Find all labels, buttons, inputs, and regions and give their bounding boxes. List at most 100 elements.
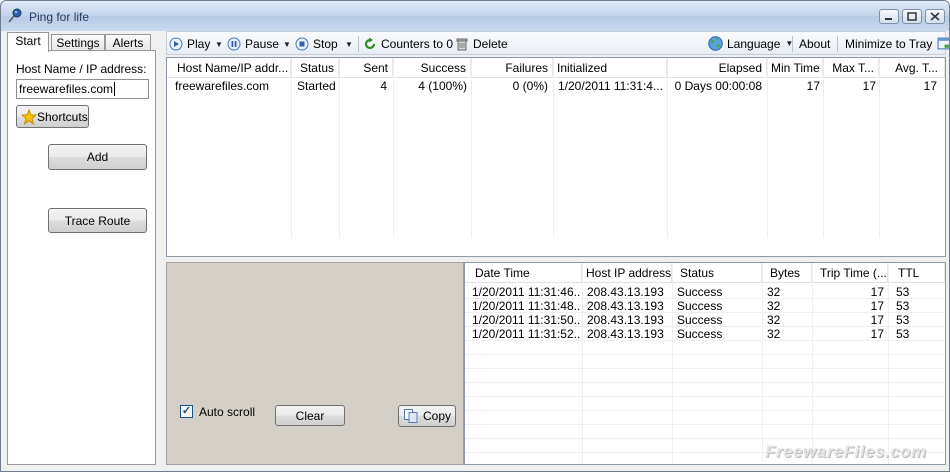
grid-line: [465, 424, 945, 425]
log-row[interactable]: 1/20/2011 11:31:46... 208.43.13.193 Succ…: [465, 285, 945, 299]
pause-button[interactable]: Pause: [227, 35, 279, 52]
col-avg-time[interactable]: Avg. T...: [879, 58, 945, 78]
log-cell-ip: 208.43.13.193: [587, 327, 664, 341]
star-icon: [21, 108, 37, 125]
pause-dropdown-icon[interactable]: ▼: [283, 36, 291, 53]
pause-label: Pause: [245, 36, 280, 51]
play-icon: [169, 37, 183, 50]
stop-button[interactable]: Stop: [295, 35, 338, 52]
add-button[interactable]: Add: [48, 144, 147, 170]
col-min-time[interactable]: Min Time: [767, 58, 823, 78]
table-row[interactable]: freewarefiles.com Started 4 4 (100%) 0 (…: [167, 78, 945, 94]
minimize-to-tray-button[interactable]: Minimize to Tray: [845, 35, 949, 52]
col-max-time[interactable]: Max T...: [823, 58, 879, 78]
col-log-status[interactable]: Status: [672, 263, 762, 283]
play-label: Play: [187, 36, 211, 51]
log-cell-bytes: 32: [767, 313, 781, 327]
log-cell-date: 1/20/2011 11:31:48...: [472, 299, 580, 313]
log-cell-date: 1/20/2011 11:31:46...: [472, 285, 580, 299]
log-cell-ip: 208.43.13.193: [587, 299, 664, 313]
col-failures[interactable]: Failures: [471, 58, 553, 78]
trace-route-button[interactable]: Trace Route: [48, 208, 147, 233]
counters-label: Counters to 0: [381, 36, 454, 51]
col-host[interactable]: Host Name/IP addr...: [167, 58, 291, 78]
log-table[interactable]: Date Time Host IP address Status Bytes T…: [464, 262, 946, 465]
play-dropdown-icon[interactable]: ▼: [215, 36, 223, 53]
copy-icon: [403, 409, 418, 423]
hosts-table[interactable]: Host Name/IP addr... Status Sent Success…: [166, 57, 946, 257]
hosts-table-header: Host Name/IP addr... Status Sent Success…: [167, 58, 945, 78]
log-cell-trip: 17: [870, 313, 884, 327]
tray-icon: [937, 37, 949, 50]
log-cell-bytes: 32: [767, 299, 781, 313]
trace-route-label: Trace Route: [64, 213, 131, 228]
about-button[interactable]: About: [799, 35, 830, 52]
watermark: FreewareFiles.com: [765, 442, 927, 461]
minimize-icon: [885, 17, 892, 20]
col-status[interactable]: Status: [291, 58, 339, 78]
grid-line: [465, 368, 945, 369]
tab-start-label: Start: [15, 34, 41, 48]
tab-settings-label: Settings: [56, 36, 100, 50]
title-bar[interactable]: Ping for life: [1, 1, 949, 31]
col-date-time[interactable]: Date Time: [465, 263, 582, 283]
cell-status: Started: [297, 79, 336, 93]
host-input-value: freewarefiles.com: [19, 82, 114, 96]
log-cell-status: Success: [677, 327, 723, 341]
col-initialized[interactable]: Initialized: [553, 58, 667, 78]
maximize-button[interactable]: [902, 9, 922, 24]
log-cell-trip: 17: [870, 299, 884, 313]
col-success[interactable]: Success: [393, 58, 471, 78]
shortcuts-button[interactable]: Shortcuts: [16, 105, 89, 128]
copy-label: Copy: [422, 409, 451, 423]
cell-max-time: 17: [862, 79, 876, 93]
stop-icon: [295, 37, 309, 50]
log-controls-panel: ✓ Auto scroll Clear Copy: [166, 262, 464, 465]
cell-initialized: 1/20/2011 11:31:4...: [558, 79, 663, 93]
log-cell-date: 1/20/2011 11:31:50...: [472, 313, 580, 327]
tab-alerts-label: Alerts: [112, 36, 144, 50]
delete-button[interactable]: Delete: [455, 35, 508, 52]
tab-settings[interactable]: Settings: [51, 34, 105, 51]
log-row[interactable]: 1/20/2011 11:31:50... 208.43.13.193 Succ…: [465, 313, 945, 327]
host-input[interactable]: freewarefiles.com: [16, 79, 149, 99]
log-cell-ttl: 53: [896, 285, 910, 299]
toolbar-separator: [837, 36, 838, 52]
col-elapsed[interactable]: Elapsed: [667, 58, 767, 78]
col-trip-time[interactable]: Trip Time (...: [812, 263, 888, 283]
tab-alerts[interactable]: Alerts: [105, 34, 151, 51]
toolbar: Play ▼ Pause ▼ Stop ▼ Counters to 0 Dele…: [166, 31, 949, 55]
log-cell-ip: 208.43.13.193: [587, 313, 664, 327]
play-button[interactable]: Play: [169, 35, 210, 52]
tab-start[interactable]: Start: [7, 32, 49, 52]
auto-scroll-label[interactable]: Auto scroll: [199, 405, 255, 419]
log-row[interactable]: 1/20/2011 11:31:52... 208.43.13.193 Succ…: [465, 327, 945, 341]
close-button[interactable]: [925, 9, 945, 24]
stop-dropdown-icon[interactable]: ▼: [345, 36, 353, 53]
col-host-ip[interactable]: Host IP address: [582, 263, 672, 283]
pause-icon: [227, 37, 241, 50]
minimize-button[interactable]: [879, 9, 899, 24]
log-cell-status: Success: [677, 285, 723, 299]
col-bytes[interactable]: Bytes: [762, 263, 812, 283]
stop-label: Stop: [313, 36, 338, 51]
language-button[interactable]: Language ▼: [708, 35, 793, 52]
toolbar-separator: [358, 36, 359, 52]
log-cell-trip: 17: [870, 327, 884, 341]
globe-icon: [708, 36, 723, 51]
log-cell-status: Success: [677, 299, 723, 313]
col-ttl[interactable]: TTL: [888, 263, 945, 283]
log-cell-status: Success: [677, 313, 723, 327]
add-label: Add: [86, 150, 109, 164]
log-cell-ttl: 53: [896, 327, 910, 341]
clear-label: Clear: [295, 408, 325, 423]
log-cell-date: 1/20/2011 11:31:52...: [472, 327, 580, 341]
delete-label: Delete: [473, 36, 508, 51]
clear-button[interactable]: Clear: [275, 405, 345, 426]
auto-scroll-checkbox[interactable]: ✓: [180, 405, 193, 418]
col-sent[interactable]: Sent: [339, 58, 393, 78]
counters-reset-button[interactable]: Counters to 0: [363, 35, 453, 52]
grid-line: [465, 438, 945, 439]
copy-button[interactable]: Copy: [398, 405, 456, 427]
log-row[interactable]: 1/20/2011 11:31:48... 208.43.13.193 Succ…: [465, 299, 945, 313]
